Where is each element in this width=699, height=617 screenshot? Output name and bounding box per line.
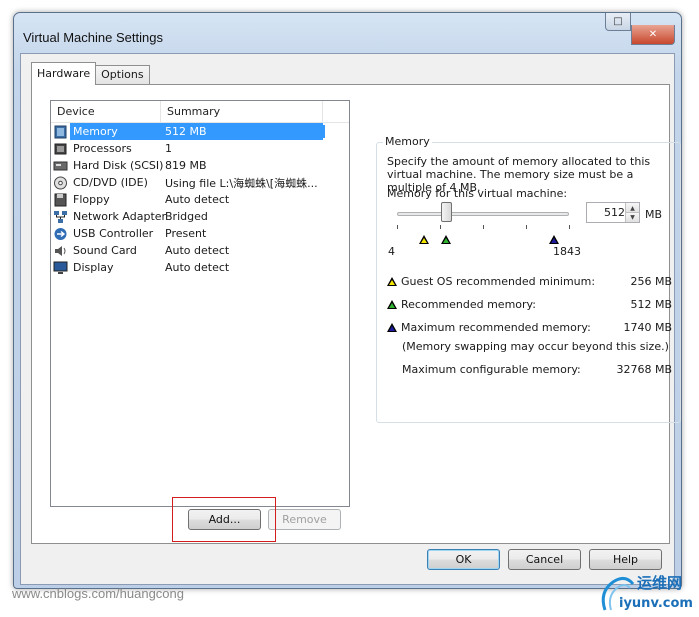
ok-button[interactable]: OK [427, 549, 500, 570]
max-recommended-value: 1740 MB [623, 321, 672, 334]
device-row-hard-disk[interactable]: Hard Disk (SCSI) 819 MB [51, 157, 349, 174]
window-title: Virtual Machine Settings [23, 30, 163, 45]
settings-window: Virtual Machine Settings □ ✕ Hardware Op… [13, 12, 682, 589]
slider-tick [483, 225, 484, 229]
hardware-panel: Device Summary Memory 512 MB Processors … [31, 84, 681, 544]
memory-value[interactable]: 512 [587, 206, 625, 219]
device-name: Processors [73, 142, 132, 155]
device-name: Network Adapter [73, 210, 167, 223]
tab-hardware[interactable]: Hardware [31, 62, 97, 85]
guest-min-value: 256 MB [630, 275, 672, 288]
memory-group-title: Memory [383, 135, 432, 148]
device-summary: 512 MB [165, 125, 325, 138]
memory-spinbox[interactable]: 512 ▲ ▼ [586, 202, 640, 223]
slider-tick [526, 225, 527, 229]
device-summary: Auto detect [165, 193, 230, 206]
device-name: USB Controller [73, 227, 154, 240]
memory-icon [53, 125, 68, 139]
recommended-legend-icon [387, 300, 397, 309]
device-name: Sound Card [73, 244, 137, 257]
device-name: Floppy [73, 193, 110, 206]
spin-down-arrow-icon[interactable]: ▼ [625, 212, 639, 222]
device-summary: Auto detect [165, 244, 230, 257]
device-row-usb-controller[interactable]: USB Controller Present [51, 225, 349, 242]
recommended-marker-icon [441, 235, 451, 244]
logo-text: 运维网 [637, 574, 683, 592]
close-icon: ✕ [648, 29, 658, 40]
memory-unit: MB [645, 208, 663, 221]
maximize-button[interactable]: □ [605, 13, 631, 31]
highlight-box [172, 497, 276, 542]
recommended-label: Recommended memory: [401, 298, 536, 311]
summary-column-header[interactable]: Summary [161, 101, 323, 122]
device-row-sound-card[interactable]: Sound Card Auto detect [51, 242, 349, 259]
slider-tick [569, 225, 570, 229]
watermark-text: www.cnblogs.com/huangcong [12, 586, 184, 601]
display-icon [53, 261, 68, 275]
max-configurable-value: 32768 MB [616, 363, 672, 376]
tab-options[interactable]: Options [95, 65, 150, 85]
swap-note: (Memory swapping may occur beyond this s… [402, 340, 669, 353]
tab-strip: Hardware Options [31, 62, 150, 85]
memory-slider-track[interactable] [397, 212, 569, 216]
guest-min-marker-icon [419, 235, 429, 244]
cancel-button[interactable]: Cancel [508, 549, 581, 570]
processor-icon [53, 142, 68, 156]
hard-disk-icon [53, 159, 68, 173]
device-summary: Present [165, 227, 207, 240]
device-summary: Auto detect [165, 261, 230, 274]
memory-slider-label: Memory for this virtual machine: [387, 187, 568, 200]
guest-min-row: Guest OS recommended minimum: 256 MB [387, 275, 672, 288]
cd-dvd-icon [53, 176, 68, 190]
device-row-memory[interactable]: Memory 512 MB [51, 123, 349, 140]
logo-subtext: iyunv.com [619, 596, 693, 611]
device-name: Hard Disk (SCSI) [73, 159, 164, 172]
dialog-client: Hardware Options Device Summary Memory 5… [20, 53, 681, 585]
device-summary: Bridged [165, 210, 208, 223]
remove-button[interactable]: Remove [268, 509, 341, 530]
slider-tick [397, 225, 398, 229]
max-recommended-marker-icon [549, 235, 559, 244]
site-logo: 运维网 iyunv.com [597, 570, 697, 614]
device-summary: 1 [165, 142, 172, 155]
slider-tick [440, 225, 441, 229]
network-adapter-icon [53, 210, 68, 224]
floppy-icon [53, 193, 68, 207]
guest-min-label: Guest OS recommended minimum: [401, 275, 596, 288]
caption-buttons: □ ✕ [605, 13, 675, 45]
device-row-floppy[interactable]: Floppy Auto detect [51, 191, 349, 208]
recommended-value: 512 MB [630, 298, 672, 311]
max-recommended-legend-icon [387, 323, 397, 332]
help-button[interactable]: Help [589, 549, 662, 570]
device-row-display[interactable]: Display Auto detect [51, 259, 349, 276]
sound-card-icon [53, 244, 68, 258]
device-name: Display [73, 261, 114, 274]
device-column-header[interactable]: Device [51, 101, 161, 122]
guest-min-legend-icon [387, 277, 397, 286]
recommended-row: Recommended memory: 512 MB [387, 298, 672, 311]
max-configurable-row: Maximum configurable memory: 32768 MB [402, 363, 672, 376]
usb-icon [53, 227, 68, 241]
slider-max-label: 1843 [553, 245, 581, 258]
device-summary: 819 MB [165, 159, 207, 172]
slider-min-label: 4 [388, 245, 395, 258]
max-recommended-label: Maximum recommended memory: [401, 321, 591, 334]
max-recommended-row: Maximum recommended memory: 1740 MB [387, 321, 672, 334]
device-row-processors[interactable]: Processors 1 [51, 140, 349, 157]
device-list-header: Device Summary [51, 101, 349, 123]
memory-group: Memory Specify the amount of memory allo… [376, 135, 681, 423]
maximize-icon: □ [613, 16, 623, 27]
device-name: Memory [71, 125, 120, 138]
device-row-cd-dvd[interactable]: CD/DVD (IDE) Using file L:\海蜘蛛\[海蜘蛛... [51, 174, 349, 191]
swap-note-row: (Memory swapping may occur beyond this s… [402, 340, 687, 353]
device-row-network-adapter[interactable]: Network Adapter Bridged [51, 208, 349, 225]
memory-slider-thumb[interactable] [441, 202, 452, 222]
device-name: CD/DVD (IDE) [73, 176, 148, 189]
device-summary: Using file L:\海蜘蛛\[海蜘蛛... [165, 176, 318, 190]
close-button[interactable]: ✕ [631, 25, 675, 45]
max-configurable-label: Maximum configurable memory: [402, 363, 581, 376]
device-list[interactable]: Device Summary Memory 512 MB Processors … [50, 100, 350, 507]
